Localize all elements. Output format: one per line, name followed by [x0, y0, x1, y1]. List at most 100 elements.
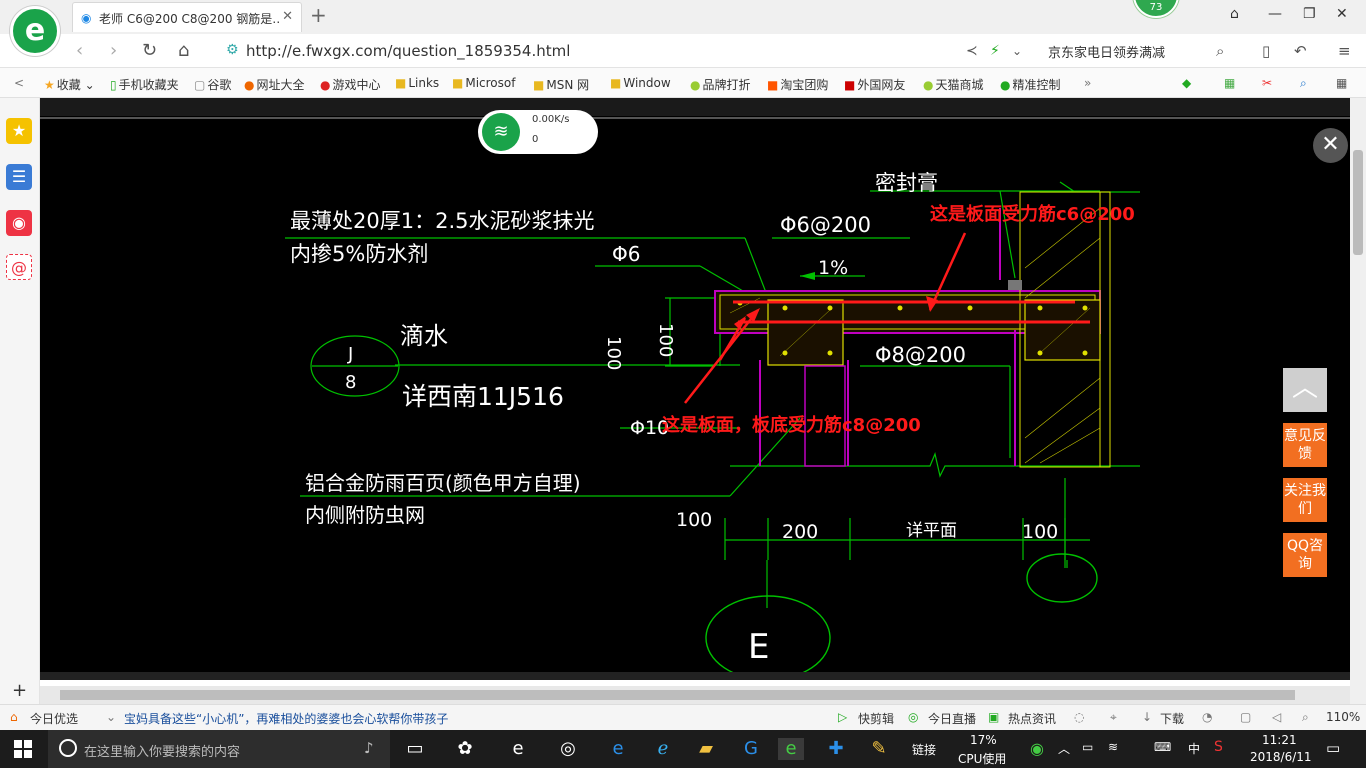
bookmark-favorites[interactable]: ★ 收藏 ⌄ — [44, 76, 95, 93]
lightning-icon[interactable]: ⚡ — [990, 43, 1000, 59]
home-icon[interactable]: ⌂ — [178, 40, 189, 61]
add-sidebar-icon[interactable]: + — [12, 680, 27, 701]
more-bookmarks-icon[interactable]: » — [1084, 76, 1091, 90]
vertical-scrollbar[interactable] — [1350, 98, 1366, 704]
keyboard-icon[interactable]: ⌨ — [1154, 740, 1171, 754]
url-text[interactable]: http://e.fwxgx.com/question_1859354.html — [246, 42, 570, 60]
mail-icon[interactable]: @ — [6, 254, 32, 280]
bookmark-microsoft[interactable]: ■ Microsof — [452, 76, 515, 90]
speed-icon[interactable]: ◌ — [1074, 710, 1084, 724]
horizontal-scrollbar[interactable] — [40, 686, 1350, 704]
sound-icon[interactable]: ◁ — [1272, 710, 1281, 724]
horizontal-scroll-thumb[interactable] — [60, 690, 1295, 700]
plugin-icon[interactable]: ▦ — [1224, 76, 1235, 90]
feedback-button[interactable]: 意见反馈 — [1283, 423, 1327, 467]
follow-us-button[interactable]: 关注我们 — [1283, 478, 1327, 522]
menu-icon[interactable]: ≡ — [1338, 42, 1351, 60]
back-to-top-button[interactable]: ︿ — [1283, 368, 1327, 412]
shirt-icon[interactable]: ⌂ — [1230, 6, 1239, 22]
bookmark-tmall[interactable]: ● 天猫商城 — [923, 76, 984, 93]
pin-icon[interactable]: ⌖ — [1110, 710, 1117, 725]
bookmark-windows[interactable]: ■ Window — [610, 76, 671, 90]
news-ticker[interactable]: 宝妈具备这些“小心机”，再难相处的婆婆也会心软帮你带孩子 — [124, 710, 448, 727]
bookmark-mobile[interactable]: ▯ 手机收藏夹 — [110, 76, 179, 93]
bookmark-precise[interactable]: ● 精准控制 — [1000, 76, 1061, 93]
search-hint[interactable]: 京东家电日领券满减 — [1048, 42, 1165, 61]
ime-label[interactable]: 中 — [1188, 740, 1200, 757]
notification-badge[interactable]: 73 — [1133, 0, 1179, 18]
refresh-icon[interactable]: ↻ — [142, 40, 157, 61]
sogou-icon[interactable]: S — [1214, 739, 1223, 755]
apps-grid-icon[interactable]: ▦ — [1336, 76, 1347, 90]
vertical-scroll-thumb[interactable] — [1353, 150, 1363, 255]
browser-tab[interactable]: ◉ 老师 C6@200 C8@200 钢筋是… ✕ — [72, 2, 302, 32]
network-widget[interactable]: ≋ 0.00K/s 0 — [478, 110, 598, 154]
forward-icon[interactable]: › — [110, 40, 117, 61]
plus-app-icon[interactable]: ✚ — [823, 738, 849, 760]
shield-icon[interactable]: ◆ — [1182, 76, 1191, 90]
annotation-top-rebar: 这是板面受力筋c6@200 — [930, 203, 1135, 225]
history-icon[interactable]: ◔ — [1202, 710, 1212, 724]
address-bar[interactable]: ⚙ http://e.fwxgx.com/question_1859354.ht… — [220, 38, 1035, 64]
magnifier-icon[interactable]: ⌕ — [1300, 76, 1307, 91]
microphone-icon[interactable]: ♪ — [364, 739, 374, 757]
ie-icon[interactable]: ℯ — [650, 738, 676, 760]
tab-close-icon[interactable]: ✕ — [282, 9, 293, 24]
clock-date[interactable]: 2018/6/11 — [1250, 750, 1312, 764]
bookmark-foreign[interactable]: ■ 外国网友 — [844, 76, 905, 93]
spiral-app-icon[interactable]: ◎ — [555, 738, 581, 760]
qq-consult-button[interactable]: QQ咨询 — [1283, 533, 1327, 577]
chevron-down-icon[interactable]: ⌄ — [106, 710, 116, 724]
undo-icon[interactable]: ↶ — [1294, 42, 1307, 60]
start-windows-icon[interactable] — [14, 740, 32, 758]
favorites-icon[interactable]: ★ — [6, 118, 32, 144]
browser-logo[interactable]: e — [10, 6, 60, 56]
battery-icon[interactable]: ▭ — [1082, 740, 1093, 754]
file-explorer-icon[interactable]: ▰ — [693, 738, 719, 760]
address-toolbar: ‹ › ↻ ⌂ ⚙ http://e.fwxgx.com/question_18… — [0, 34, 1366, 68]
weibo-icon[interactable]: ◉ — [6, 210, 32, 236]
phone-icon[interactable]: ▯ — [1262, 42, 1270, 60]
browser-e-icon[interactable]: e — [505, 738, 531, 760]
window-icon[interactable]: ▢ — [1240, 710, 1251, 724]
today-picks[interactable]: 今日优选 — [30, 710, 78, 727]
close-window-icon[interactable]: ✕ — [1336, 6, 1348, 22]
share-icon[interactable]: ≺ — [966, 43, 978, 59]
wifi-tray-icon[interactable]: ◉ — [1030, 739, 1044, 758]
app-g-icon[interactable]: G — [738, 738, 764, 760]
bookmark-links[interactable]: ■ Links — [395, 76, 439, 90]
network-icon[interactable]: ≋ — [1108, 740, 1118, 754]
detail-number: J — [347, 344, 353, 365]
taskbar-search[interactable]: 在这里输入你要搜索的内容 ♪ — [48, 730, 390, 768]
bookmark-msn[interactable]: ■ MSN 网 — [533, 76, 589, 93]
hot-news[interactable]: 热点资讯 — [1008, 710, 1056, 727]
zoom-level[interactable]: 110% — [1326, 710, 1360, 724]
bookmark-google[interactable]: ▢ 谷歌 — [194, 76, 231, 93]
collapse-icon[interactable]: < — [14, 76, 24, 90]
bookmark-brand[interactable]: ● 品牌打折 — [690, 76, 751, 93]
bookmark-sites[interactable]: ● 网址大全 — [244, 76, 305, 93]
link-label[interactable]: 链接 — [912, 741, 936, 758]
task-view-icon[interactable]: ▭ — [402, 738, 428, 760]
active-browser-icon[interactable]: e — [778, 738, 804, 760]
scissors-icon[interactable]: ✂ — [1262, 76, 1272, 90]
search-icon[interactable]: ⌕ — [1216, 42, 1224, 60]
chevron-down-icon[interactable]: ⌄ — [1012, 44, 1022, 58]
bookmark-games[interactable]: ● 游戏中心 — [320, 76, 381, 93]
minimize-icon[interactable]: — — [1268, 6, 1282, 22]
clock-time[interactable]: 11:21 — [1262, 733, 1297, 747]
new-tab-icon[interactable]: + — [310, 3, 327, 27]
tray-expand-icon[interactable]: ︿ — [1058, 740, 1070, 757]
reader-icon[interactable]: ☰ — [6, 164, 32, 190]
pinwheel-app-icon[interactable]: ✿ — [452, 738, 478, 760]
bookmark-taobao[interactable]: ■ 淘宝团购 — [767, 76, 828, 93]
notepad-icon[interactable]: ✎ — [866, 738, 892, 760]
close-viewer-button[interactable]: ✕ — [1313, 128, 1348, 163]
edge-icon[interactable]: e — [605, 738, 631, 760]
quick-clip[interactable]: 快剪辑 — [858, 710, 894, 727]
today-live[interactable]: 今日直播 — [928, 710, 976, 727]
notification-icon[interactable]: ▭ — [1326, 739, 1340, 757]
download-label[interactable]: 下载 — [1160, 710, 1184, 727]
restore-icon[interactable]: ❐ — [1303, 6, 1316, 22]
back-icon[interactable]: ‹ — [76, 40, 83, 61]
